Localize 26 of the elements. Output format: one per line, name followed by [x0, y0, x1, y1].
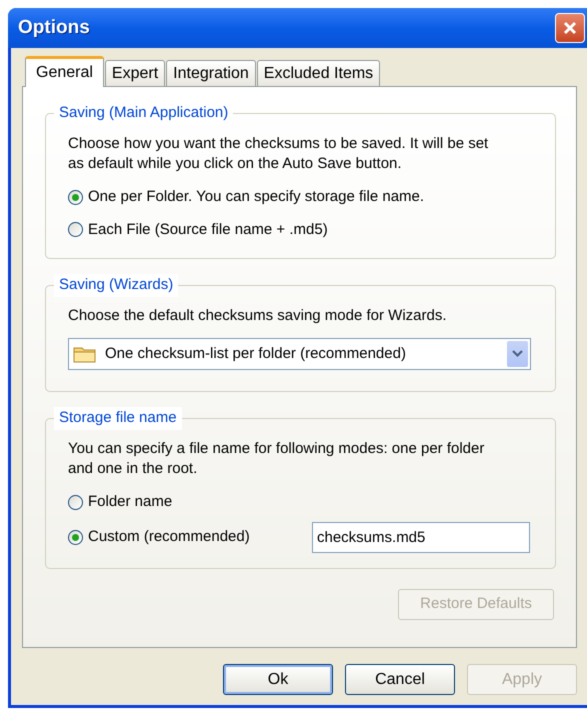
- window-title: Options: [18, 16, 90, 40]
- tab[interactable]: Integration: [166, 60, 256, 86]
- close-button[interactable]: [555, 13, 585, 43]
- input-field[interactable]: checksums.md5: [312, 522, 530, 552]
- close-icon: [562, 20, 578, 36]
- description-text: You can specify a file name for following modes: one per folder and one in the root.: [68, 439, 486, 479]
- folder-icon: [73, 345, 97, 363]
- dropdown[interactable]: One checksum-list per folder (recommended): [68, 338, 531, 370]
- dropdown-value: One checksum-list per folder (recommended): [105, 344, 407, 364]
- radio-button[interactable]: [68, 222, 83, 238]
- radio-label: Each File (Source file name + .md5): [88, 220, 328, 240]
- radio-button[interactable]: [68, 190, 83, 205]
- dialog-button[interactable]: Cancel: [345, 664, 455, 695]
- radio-label: Custom (recommended): [88, 526, 250, 547]
- radio-label: Folder name: [88, 492, 172, 512]
- radio-label: One per Folder. You can specify storage file name.: [88, 187, 424, 207]
- tab[interactable]: Expert: [104, 60, 166, 86]
- description-text: Choose the default checksums saving mode for Wizards.: [68, 306, 448, 326]
- description-text: Choose how you want the checksums to be saved. It will be set as default while you click on the Auto Save button.: [68, 134, 490, 174]
- group-title: Saving (Wizards): [54, 274, 178, 296]
- tab[interactable]: General: [25, 56, 104, 87]
- radio-button[interactable]: [68, 530, 83, 544]
- dialog-button[interactable]: Ok: [223, 664, 333, 695]
- group-title: Storage file name: [54, 407, 182, 430]
- radio-button[interactable]: [68, 494, 83, 510]
- tab[interactable]: Excluded Items: [256, 60, 380, 86]
